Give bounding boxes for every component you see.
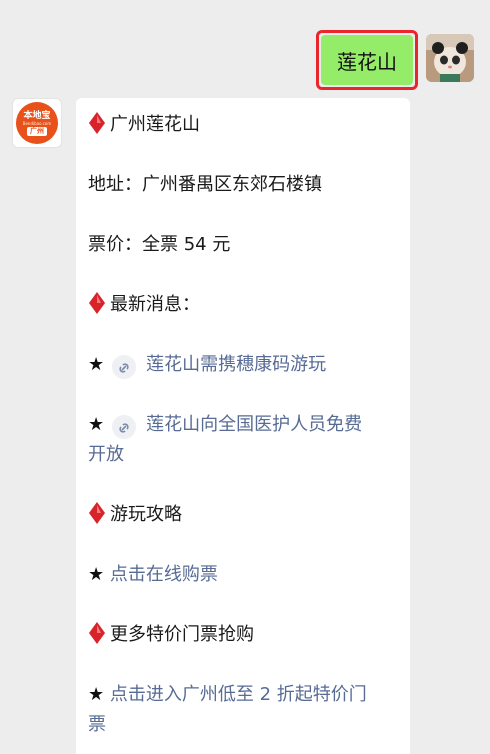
- user-message-row: 莲花山: [316, 30, 474, 90]
- logo-brand-text: 本地宝: [23, 110, 51, 121]
- news-link-2-cont[interactable]: 开放: [88, 444, 124, 465]
- deals-heading: 更多特价门票抢购: [110, 624, 254, 645]
- diamond-icon: [89, 622, 105, 644]
- deals-link-cont[interactable]: 票: [88, 714, 106, 735]
- news-link-1[interactable]: 莲花山需携穗康码游玩: [146, 354, 326, 375]
- link-icon: [112, 415, 137, 439]
- link-icon: [112, 355, 137, 379]
- news-heading: 最新消息：: [110, 294, 200, 315]
- guide-heading: 游玩攻略: [110, 504, 182, 525]
- logo-city-text: 广州: [27, 126, 47, 136]
- news-heading-line: 最新消息：: [88, 290, 398, 320]
- highlight-box: 莲花山: [316, 30, 418, 90]
- news-link-1-line[interactable]: ★ 莲花山需携穗康码游玩: [88, 350, 398, 380]
- diamond-icon: [89, 502, 105, 524]
- news-link-2[interactable]: 莲花山向全国医护人员免费: [146, 414, 362, 435]
- bendibao-logo: 本地宝 Bendibao.com 广州: [16, 102, 58, 144]
- guide-link-line[interactable]: ★ 点击在线购票: [88, 560, 398, 590]
- star-bullet: ★: [88, 414, 105, 435]
- place-title: 广州莲花山: [110, 114, 200, 135]
- user-avatar[interactable]: [426, 34, 474, 82]
- bot-message-bubble: 广州莲花山 地址：广州番禺区东郊石楼镇 票价：全票 54 元 最新消息： ★ 莲花…: [76, 98, 410, 754]
- star-bullet: ★: [88, 354, 105, 375]
- logo-domain-text: Bendibao.com: [22, 120, 52, 126]
- star-bullet: ★: [88, 684, 105, 705]
- buy-ticket-link[interactable]: 点击在线购票: [110, 564, 218, 585]
- price-text: 票价：全票 54 元: [88, 234, 231, 255]
- user-message-text: 莲花山: [337, 49, 397, 74]
- diamond-icon: [89, 112, 105, 134]
- title-line: 广州莲花山: [88, 110, 398, 140]
- deals-link[interactable]: 点击进入广州低至 2 折起特价门: [110, 684, 367, 705]
- user-avatar-cat-icon: [426, 34, 474, 82]
- star-bullet: ★: [88, 564, 105, 585]
- user-message-bubble[interactable]: 莲花山: [321, 35, 413, 85]
- address-text: 地址：广州番禺区东郊石楼镇: [88, 174, 322, 195]
- deals-link-line[interactable]: ★ 点击进入广州低至 2 折起特价门票: [88, 680, 398, 740]
- deals-heading-line: 更多特价门票抢购: [88, 620, 398, 650]
- guide-heading-line: 游玩攻略: [88, 500, 398, 530]
- news-link-2-line[interactable]: ★ 莲花山向全国医护人员免费开放: [88, 410, 398, 470]
- diamond-icon: [89, 292, 105, 314]
- bot-avatar[interactable]: 本地宝 Bendibao.com 广州: [12, 98, 62, 148]
